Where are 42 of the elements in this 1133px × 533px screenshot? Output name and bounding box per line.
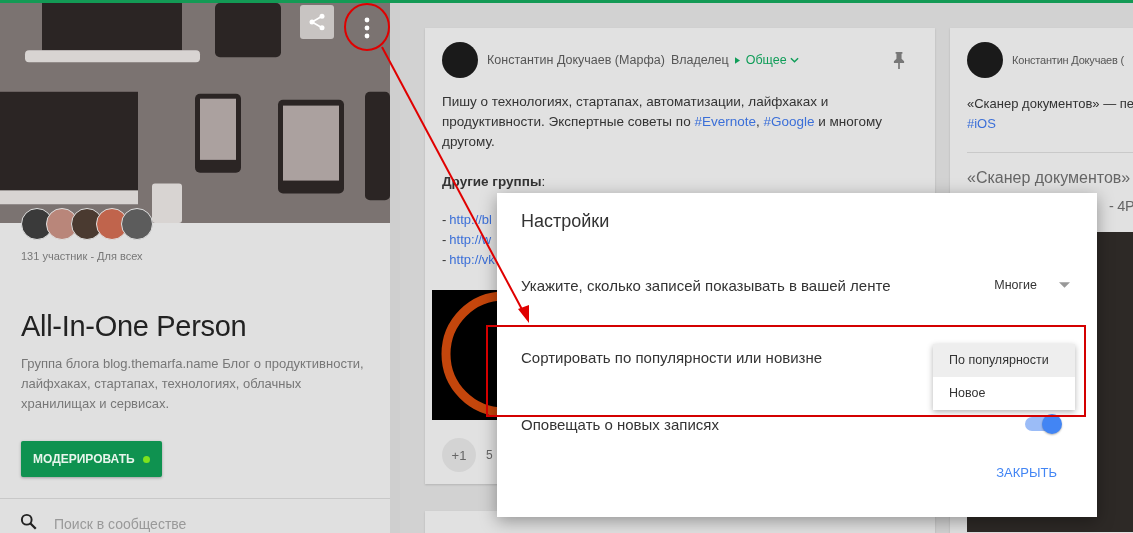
hashtag-link[interactable]: #Evernote (694, 114, 756, 129)
hashtag-link[interactable]: #Google (763, 114, 815, 129)
menu-option[interactable]: Новое (933, 377, 1075, 410)
annotation-circle (344, 3, 390, 51)
author-name[interactable]: Константин Докучаев ( (1012, 54, 1124, 66)
list-dash: - (442, 211, 447, 229)
close-button[interactable]: ЗАКРЫТЬ (988, 459, 1073, 486)
list-dash: - (442, 251, 447, 269)
triangle-icon (734, 56, 740, 64)
audience-dropdown[interactable]: Общее (745, 53, 799, 67)
moderate-button[interactable]: МОДЕРИРОВАТЬ (21, 441, 162, 477)
caret-icon (1059, 282, 1070, 288)
setting-label: Сортировать по популярности или новизне (521, 348, 823, 366)
member-count: 131 участник - Для всех (21, 250, 144, 262)
pin-icon[interactable] (893, 51, 905, 69)
post-text: Пишу о технологиях, стартапах, автоматизации, лайфхаках и продуктивности. Экспертные советы по #Evernote, #Google и многому другому. (442, 93, 884, 151)
chevron-down-icon (789, 57, 799, 63)
author-name[interactable]: Константин Докучаев (Марфа) (487, 53, 665, 67)
hashtag-link[interactable]: #iOS (967, 114, 996, 134)
plus-one-count: 5 (486, 448, 493, 462)
setting-label: Оповещать о новых записях (521, 415, 719, 433)
group-name: All-In-One Person (21, 310, 248, 343)
article-title[interactable]: «Сканер документов» (967, 166, 1133, 190)
status-dot-icon (142, 455, 150, 463)
group-description: Группа блога blog.themarfa.name Блог о продуктивности, лайфхаках, стартапах, технологиях, облачных хранилищах и сервисах. (21, 355, 365, 413)
author-avatar[interactable] (967, 42, 1003, 78)
search-field[interactable]: Поиск в сообществе (54, 515, 254, 533)
more-icon[interactable] (364, 17, 370, 39)
dialog-title: Настройки (521, 211, 611, 232)
author-role: Владелец (670, 53, 729, 67)
share-icon (307, 12, 327, 32)
count-dropdown[interactable]: Многие (994, 278, 1073, 292)
post-text: «Сканер документов» — пе (967, 95, 1133, 113)
group-link[interactable]: http://vk (449, 250, 495, 270)
notify-toggle[interactable] (1025, 417, 1059, 431)
setting-label: Укажите, сколько записей показывать в вашей ленте (521, 276, 891, 294)
article-title[interactable]: - 4P (1109, 194, 1133, 218)
menu-option[interactable]: По популярности (933, 344, 1075, 377)
plus-one-button[interactable]: +1 (442, 438, 476, 472)
search-icon (20, 513, 38, 531)
author-avatar[interactable] (442, 42, 478, 78)
list-dash: - (442, 231, 447, 249)
